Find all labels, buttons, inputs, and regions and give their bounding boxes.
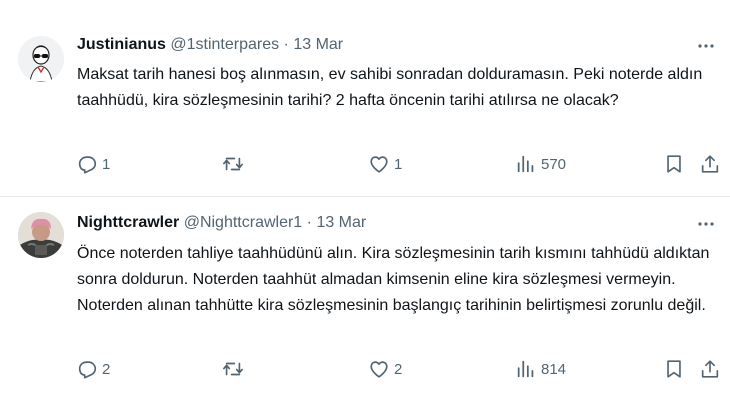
separator: · <box>306 214 312 231</box>
tweet-header: Justinianus @1stinterpares · 13 Mar <box>77 34 343 56</box>
tweet[interactable]: Justinianus @1stinterpares · 13 Mar Maks… <box>0 0 730 196</box>
retweet-icon <box>223 362 243 376</box>
share-icon <box>701 360 719 378</box>
handle[interactable]: @1stinterpares <box>170 36 279 53</box>
action-bar: 2 2 814 <box>0 358 730 384</box>
separator: · <box>283 36 289 53</box>
tweet-text: Önce noterden tahliye taahhüdünü alın. K… <box>77 245 710 314</box>
views-icon <box>517 155 534 173</box>
retweet-button[interactable] <box>222 358 244 380</box>
display-name[interactable]: Justinianus <box>77 36 166 53</box>
retweet-button[interactable] <box>222 153 244 175</box>
view-count: 570 <box>541 155 567 173</box>
share-button[interactable] <box>699 153 721 175</box>
tweet-header: Nighttcrawler @Nighttcrawler1 · 13 Mar <box>77 212 366 234</box>
like-button[interactable]: 1 <box>368 153 402 175</box>
share-button[interactable] <box>699 358 721 380</box>
avatar[interactable] <box>18 36 64 82</box>
view-count: 814 <box>541 360 567 378</box>
bookmark-button[interactable] <box>663 153 685 175</box>
action-bar: 1 1 570 <box>0 153 730 179</box>
avatar[interactable] <box>18 212 64 258</box>
reply-count: 2 <box>102 360 111 378</box>
like-count: 2 <box>394 360 403 378</box>
views-button[interactable]: 570 <box>515 153 566 175</box>
reply-button[interactable]: 1 <box>76 153 110 175</box>
reply-icon <box>78 361 97 379</box>
reply-button[interactable]: 2 <box>76 358 110 380</box>
heart-icon <box>370 156 388 173</box>
timestamp[interactable]: 13 Mar <box>293 36 343 53</box>
views-button[interactable]: 814 <box>515 358 566 380</box>
like-count: 1 <box>394 155 403 173</box>
tweet-text: Maksat tarih hanesi boş alınmasın, ev sa… <box>77 66 703 109</box>
reply-icon <box>78 156 97 174</box>
bookmark-button[interactable] <box>663 358 685 380</box>
reply-count: 1 <box>102 155 111 173</box>
handle[interactable]: @Nighttcrawler1 <box>184 214 303 231</box>
timestamp[interactable]: 13 Mar <box>316 214 366 231</box>
bookmark-icon <box>667 360 681 378</box>
share-icon <box>701 155 719 173</box>
bookmark-icon <box>667 155 681 173</box>
retweet-icon <box>223 157 243 171</box>
more-icon[interactable] <box>696 36 716 56</box>
display-name[interactable]: Nighttcrawler <box>77 214 179 231</box>
views-icon <box>517 360 534 378</box>
more-icon[interactable] <box>696 214 716 234</box>
heart-icon <box>370 361 388 378</box>
like-button[interactable]: 2 <box>368 358 402 380</box>
tweet[interactable]: Nighttcrawler @Nighttcrawler1 · 13 Mar Ö… <box>0 197 730 420</box>
